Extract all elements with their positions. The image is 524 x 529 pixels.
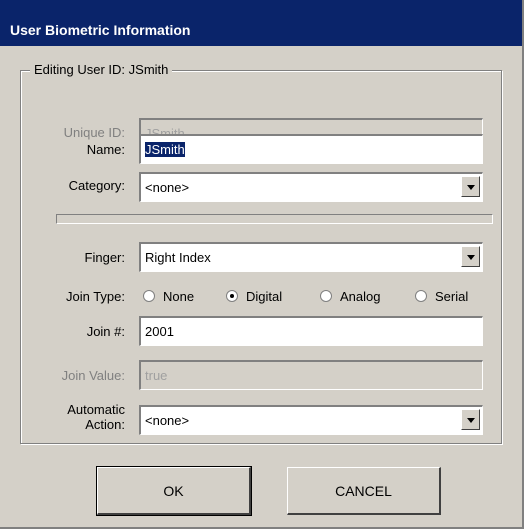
- join-type-serial-radio[interactable]: Serial: [415, 287, 468, 305]
- join-type-label: Join Type:: [65, 289, 125, 304]
- finger-label: Finger:: [84, 250, 125, 265]
- chevron-down-icon[interactable]: [461, 409, 480, 430]
- join-type-analog-label: Analog: [340, 288, 381, 304]
- automatic-action-label-line1: Automatic: [67, 402, 125, 417]
- join-type-digital-label: Digital: [246, 288, 283, 304]
- category-label: Category:: [68, 178, 125, 193]
- join-value-label: Join Value:: [61, 368, 125, 383]
- automatic-action-label: Automatic Action:: [10, 402, 125, 432]
- radio-unchecked-icon: [143, 290, 155, 302]
- join-type-serial-label: Serial: [435, 288, 469, 304]
- automatic-action-select[interactable]: <none>: [139, 405, 483, 435]
- ok-button[interactable]: OK: [96, 466, 252, 516]
- join-type-none-radio[interactable]: None: [143, 287, 194, 305]
- join-value-value: true: [145, 368, 168, 383]
- radio-unchecked-icon: [320, 290, 332, 302]
- join-num-field[interactable]: 2001: [139, 316, 483, 346]
- title-bar: User Biometric Information: [0, 0, 522, 46]
- cancel-button-label: CANCEL: [335, 482, 392, 499]
- join-num-label: Join #:: [86, 324, 125, 339]
- category-select[interactable]: <none>: [139, 172, 483, 202]
- name-field[interactable]: JSmith: [139, 134, 483, 164]
- name-value: JSmith: [145, 142, 185, 157]
- ok-button-label: OK: [163, 482, 184, 499]
- separator-bar: [56, 214, 493, 224]
- join-num-value: 2001: [145, 324, 174, 339]
- automatic-action-value: <none>: [145, 413, 190, 428]
- radio-unchecked-icon: [415, 290, 427, 302]
- chevron-down-icon[interactable]: [461, 176, 480, 197]
- join-type-analog-radio[interactable]: Analog: [320, 287, 380, 305]
- cancel-button[interactable]: CANCEL: [287, 467, 441, 515]
- finger-value: Right Index: [145, 250, 211, 265]
- name-label: Name:: [86, 142, 125, 157]
- dialog: User Biometric Information Editing User …: [0, 0, 524, 529]
- category-value: <none>: [145, 180, 190, 195]
- finger-select[interactable]: Right Index: [139, 242, 483, 272]
- join-type-digital-radio[interactable]: Digital: [226, 287, 282, 305]
- radio-checked-icon: [226, 290, 238, 302]
- group-title: Editing User ID: JSmith: [30, 62, 173, 77]
- join-value-field: true: [139, 360, 483, 390]
- chevron-down-icon[interactable]: [461, 246, 480, 267]
- join-type-none-label: None: [163, 288, 195, 304]
- window-title: User Biometric Information: [10, 22, 191, 38]
- automatic-action-label-line2: Action:: [85, 417, 125, 432]
- unique-id-label: Unique ID:: [63, 125, 125, 140]
